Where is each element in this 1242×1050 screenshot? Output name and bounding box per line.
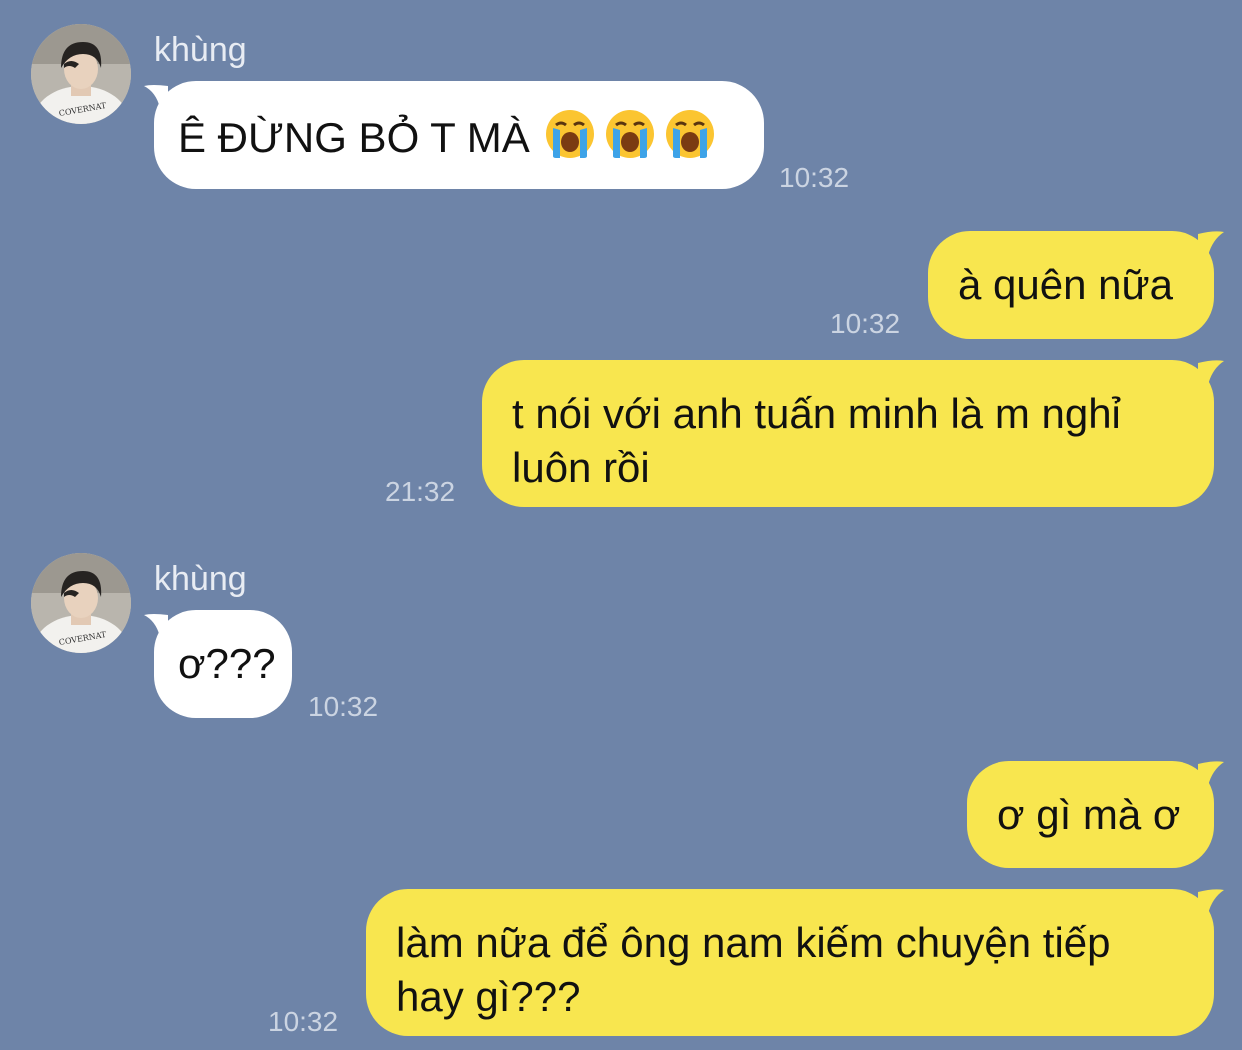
message-text: Ê ĐỪNG BỎ T MÀ [178,114,530,161]
outgoing-message-bubble[interactable]: làm nữa để ông nam kiếm chuyện tiếp hay … [366,889,1214,1036]
incoming-message-bubble[interactable]: ơ??? [154,610,292,718]
message-text-line: hay gì??? [396,973,581,1020]
outgoing-message-bubble[interactable]: à quên nữa [928,231,1214,339]
message-timestamp: 21:32 [385,476,456,507]
sender-name: khùng [154,31,247,69]
message-text: ơ??? [178,640,276,687]
avatar-photo-icon: COVERNAT [31,24,131,124]
incoming-message-bubble[interactable]: Ê ĐỪNG BỎ T MÀ [154,81,764,189]
message-text: ơ gì mà ơ [997,791,1181,838]
message-timestamp: 10:32 [830,308,901,339]
sender-name: khùng [154,560,247,598]
message-text-line: làm nữa để ông nam kiếm chuyện tiếp [396,919,1111,966]
outgoing-message-bubble[interactable]: ơ gì mà ơ [967,761,1214,868]
loudly-crying-face-icon [605,110,654,158]
message-timestamp: 10:32 [308,691,379,722]
loudly-crying-face-icon [545,110,594,158]
message-timestamp: 10:32 [268,1006,339,1037]
sender-avatar[interactable]: COVERNAT [31,24,131,124]
loudly-crying-face-icon [665,110,714,158]
avatar-photo-icon: COVERNAT [31,553,131,653]
outgoing-message-bubble[interactable]: t nói với anh tuấn minh là m nghỉ luôn r… [482,360,1214,507]
message-timestamp: 10:32 [779,162,850,193]
sender-avatar[interactable]: COVERNAT [31,553,131,653]
message-text-line: t nói với anh tuấn minh là m nghỉ [512,390,1121,437]
message-text: à quên nữa [958,261,1173,308]
message-text-line: luôn rồi [512,444,650,491]
chat-thread: COVERNAT khùng Ê ĐỪNG BỎ T MÀ 10:32 10:3… [0,0,1242,1050]
